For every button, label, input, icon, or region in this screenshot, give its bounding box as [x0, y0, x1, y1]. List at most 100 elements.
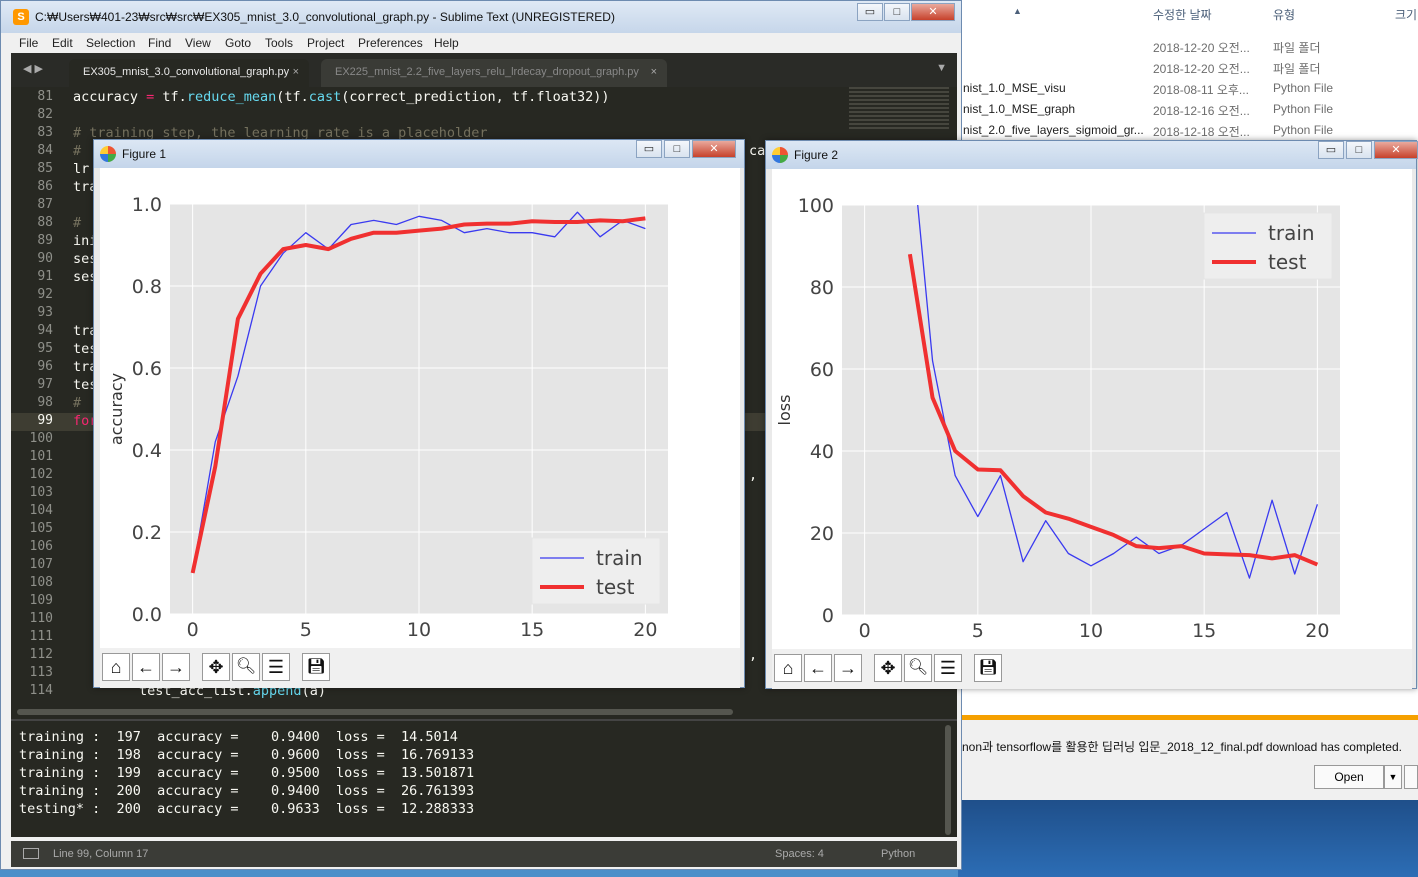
indentation-setting[interactable]: Spaces: 4 [775, 848, 824, 860]
column-header-date[interactable]: 수정한 날짜 [1153, 6, 1212, 28]
back-icon[interactable]: ← [132, 653, 160, 681]
configure-icon[interactable]: ☰ [262, 653, 290, 681]
line-number: 86 [37, 179, 53, 194]
menu-selection[interactable]: Selection [86, 36, 135, 50]
back-icon[interactable]: ← [804, 654, 832, 682]
console-toggle-icon[interactable] [23, 848, 39, 859]
pan-icon[interactable]: ✥ [202, 653, 230, 681]
column-header-type[interactable]: 유형 [1273, 6, 1295, 28]
loss-chart[interactable]: 0 5 10 15 20 0 20 40 60 80 100 loss train test [772, 169, 1412, 649]
figure-1-toolbar: ⌂ ← → ✥ 🔍︎ ☰ 💾︎ [100, 648, 740, 688]
y-tick-label: 0 [822, 605, 834, 627]
taskbar [958, 800, 1418, 877]
menu-tools[interactable]: Tools [265, 36, 293, 50]
forward-icon[interactable]: → [834, 654, 862, 682]
save-icon[interactable]: 💾︎ [302, 653, 330, 681]
build-output-console[interactable]: training : 197 accuracy = 0.9400 loss = … [11, 719, 957, 837]
tab-ex225[interactable]: EX225_mnist_2.2_five_layers_relu_lrdecay… [321, 59, 667, 87]
file-row[interactable]: nist_1.0_MSE_visu 2018-08-11 오후... Python … [959, 78, 1418, 99]
file-date: 2018-12-18 오전... [1153, 125, 1250, 139]
menu-find[interactable]: Find [148, 36, 171, 50]
minimize-button[interactable]: ▭ [857, 3, 883, 21]
maximize-button[interactable]: □ [664, 140, 690, 158]
close-button[interactable]: ✕ [1374, 141, 1418, 159]
line-number: 91 [37, 269, 53, 284]
menu-preferences[interactable]: Preferences [358, 36, 423, 50]
menu-file[interactable]: File [19, 36, 38, 50]
scrollbar-thumb[interactable] [17, 709, 733, 715]
forward-icon[interactable]: → [162, 653, 190, 681]
y-axis-label: loss [775, 395, 794, 426]
menu-project[interactable]: Project [307, 36, 344, 50]
download-extra-button[interactable] [1404, 765, 1418, 789]
pan-icon[interactable]: ✥ [874, 654, 902, 682]
tab-nav-arrows-icon[interactable]: ◀ ▶ [23, 62, 43, 75]
y-tick-label: 80 [810, 277, 834, 299]
download-message: non과 tensorflow를 활용한 딥러닝 입문_2018_12_fina… [962, 740, 1402, 754]
tab-close-icon[interactable]: × [293, 59, 299, 85]
y-tick-label: 60 [810, 359, 834, 381]
zoom-icon[interactable]: 🔍︎ [904, 654, 932, 682]
configure-icon[interactable]: ☰ [934, 654, 962, 682]
file-name: nist_1.0_MSE_graph [963, 102, 1076, 116]
file-date: 2018-12-20 오전... [1153, 62, 1250, 76]
minimize-button[interactable]: ▭ [1318, 141, 1344, 159]
cursor-position: Line 99, Column 17 [53, 848, 149, 860]
file-date: 2018-08-11 오후... [1153, 83, 1249, 97]
y-axis-label: accuracy [107, 373, 126, 445]
maximize-button[interactable]: □ [884, 3, 910, 21]
accuracy-chart[interactable]: 0 5 10 15 20 0.0 0.2 0.4 0.6 0.8 1.0 accuracy train t… [100, 168, 740, 648]
open-options-chevron-icon[interactable]: ▼ [1384, 765, 1402, 789]
figure-2-title-bar[interactable]: Figure 2 ▭ □ ✕ [766, 141, 1418, 169]
console-scrollbar[interactable] [945, 725, 951, 835]
menu-goto[interactable]: Goto [225, 36, 251, 50]
save-icon[interactable]: 💾︎ [974, 654, 1002, 682]
title-bar[interactable]: S C:₩Users₩401-23₩src₩src₩EX305_mnist_3.… [1, 1, 961, 33]
figure-2-toolbar: ⌂ ← → ✥ 🔍︎ ☰ 💾︎ [772, 649, 1412, 689]
home-icon[interactable]: ⌂ [774, 654, 802, 682]
sort-arrow-icon[interactable]: ▲ [1013, 6, 1022, 28]
menu-edit[interactable]: Edit [52, 36, 73, 50]
line-number: 82 [37, 107, 53, 122]
file-row[interactable]: nist_1.0_MSE_graph 2018-12-16 오전... Python… [959, 99, 1418, 120]
horizontal-scrollbar[interactable] [11, 705, 957, 719]
x-tick-label: 0 [187, 619, 199, 641]
file-type: 파일 폴더 [1273, 62, 1321, 76]
figure-1-canvas[interactable]: 0 5 10 15 20 0.0 0.2 0.4 0.6 0.8 1.0 accuracy train t… [100, 168, 740, 648]
line-number: 112 [29, 647, 53, 662]
minimize-button[interactable]: ▭ [636, 140, 662, 158]
tab-close-icon[interactable]: × [651, 59, 657, 85]
tab-label: EX305_mnist_3.0_convolutional_graph.py [83, 66, 290, 78]
matplotlib-icon [100, 146, 116, 162]
maximize-button[interactable]: □ [1346, 141, 1372, 159]
menu-help[interactable]: Help [434, 36, 459, 50]
syntax-setting[interactable]: Python [881, 848, 915, 860]
file-date: 2018-12-16 오전... [1153, 104, 1250, 118]
tab-ex305[interactable]: EX305_mnist_3.0_convolutional_graph.py × [69, 59, 309, 87]
code-line-112-tail: , [749, 647, 758, 663]
home-icon[interactable]: ⌂ [102, 653, 130, 681]
minimap[interactable] [849, 87, 949, 131]
line-number: 87 [37, 197, 53, 212]
file-row[interactable]: 2018-12-20 오전... 파일 폴더 [959, 57, 1418, 78]
x-tick-label: 20 [1305, 620, 1329, 642]
menu-view[interactable]: View [185, 36, 211, 50]
file-row[interactable]: 2018-12-20 오전... 파일 폴더 [959, 36, 1418, 57]
open-button[interactable]: Open [1314, 765, 1384, 789]
close-button[interactable]: ✕ [692, 140, 736, 158]
file-row[interactable]: nist_2.0_five_layers_sigmoid_gr... 2018-1… [959, 120, 1418, 141]
close-button[interactable]: ✕ [911, 3, 955, 21]
x-tick-label: 5 [300, 619, 312, 641]
figure-1-title-bar[interactable]: Figure 1 ▭ □ ✕ [94, 140, 744, 168]
tab-label: EX225_mnist_2.2_five_layers_relu_lrdecay… [335, 66, 639, 78]
file-type: Python File [1273, 123, 1334, 137]
window-title: C:₩Users₩401-23₩src₩src₩EX305_mnist_3.0_… [35, 10, 615, 24]
legend-label-train: train [596, 546, 643, 570]
line-number: 104 [29, 503, 53, 518]
y-tick-label: 0.8 [132, 276, 162, 298]
column-header-size[interactable]: 크기 [1395, 6, 1417, 28]
tab-menu-chevron-icon[interactable]: ▼ [936, 62, 947, 74]
matplotlib-icon [772, 147, 788, 163]
figure-2-canvas[interactable]: 0 5 10 15 20 0 20 40 60 80 100 loss train test [772, 169, 1412, 649]
zoom-icon[interactable]: 🔍︎ [232, 653, 260, 681]
